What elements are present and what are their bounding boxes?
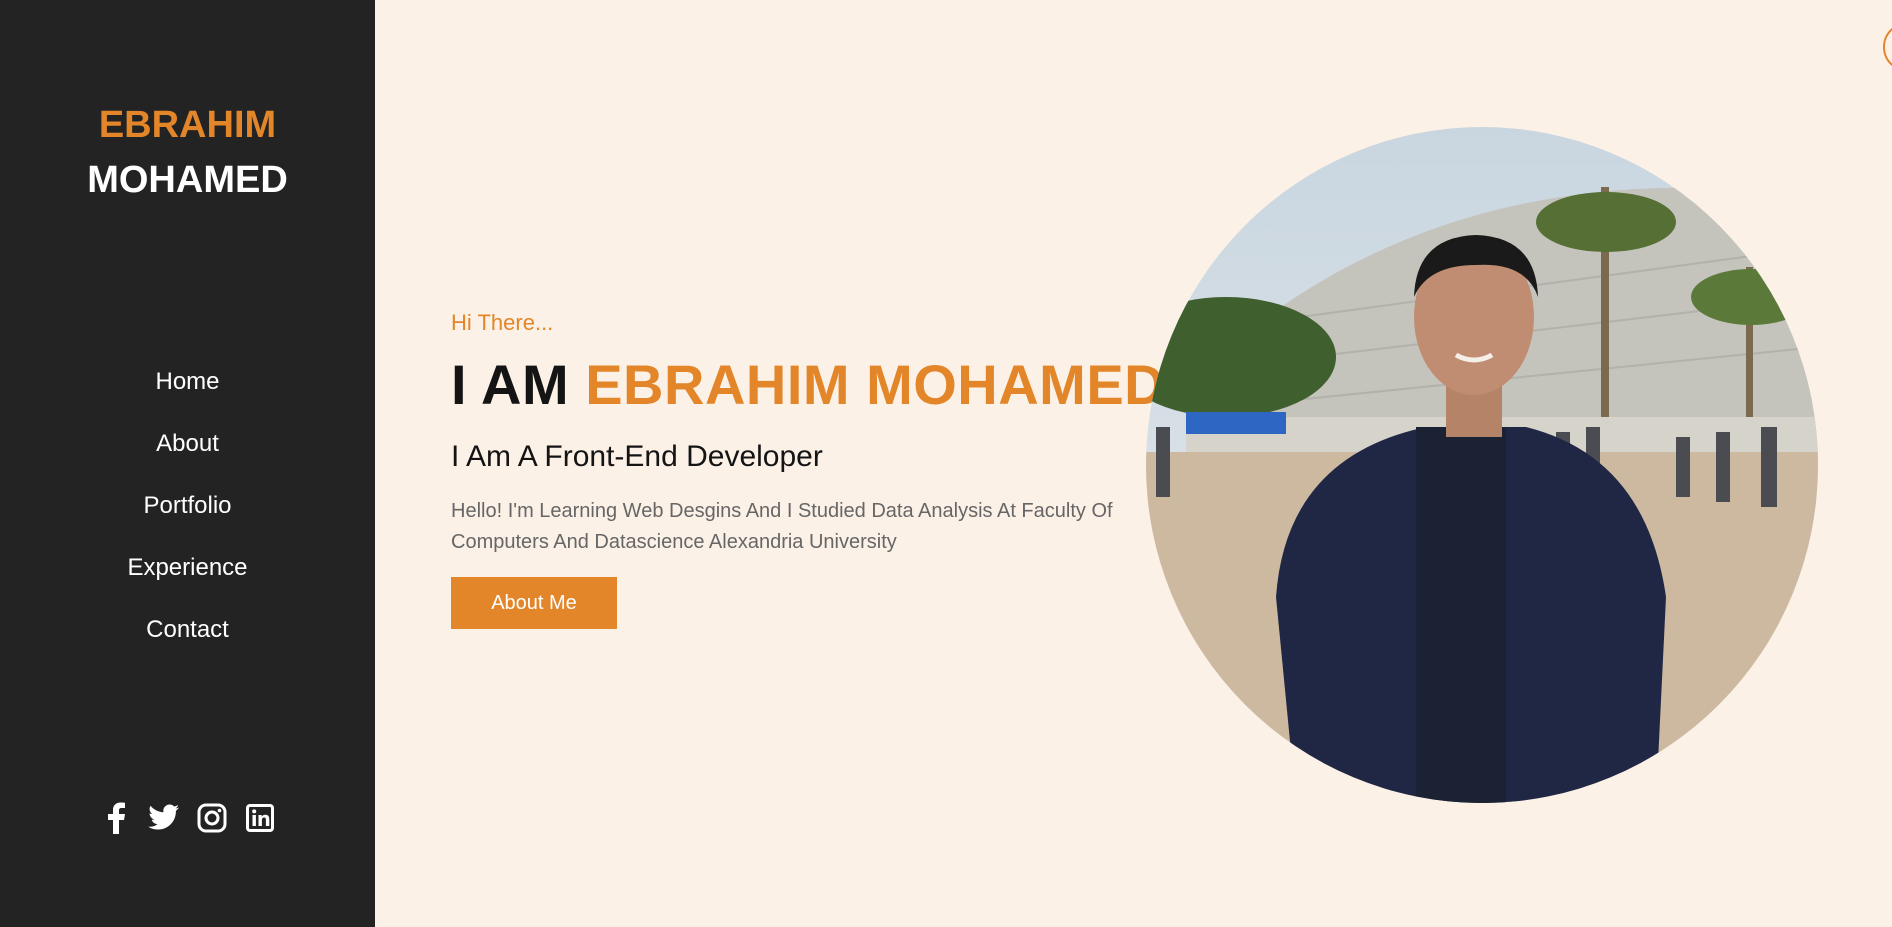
hero-greeting: Hi There... <box>451 310 554 335</box>
nav-item-about[interactable]: About <box>0 426 375 488</box>
nav-item-contact[interactable]: Contact <box>0 612 375 674</box>
main-nav: Home About Portfolio Experience Contact <box>0 364 375 674</box>
linkedin-icon[interactable] <box>244 802 276 834</box>
hero-bio: Hello! I'm Learning Web Desgins And I St… <box>451 500 1113 553</box>
headline-name: EBRAHIM MOHAMED <box>585 353 1166 416</box>
brand-last-name[interactable]: MOHAMED <box>0 158 375 202</box>
hero-role: I Am A Front-End Developer <box>451 440 823 473</box>
brand-first-name[interactable]: EBRAHIM <box>0 103 375 147</box>
nav-item-experience[interactable]: Experience <box>0 550 375 612</box>
twitter-icon[interactable] <box>147 802 180 834</box>
sidebar: EBRAHIM MOHAMED Home About Portfolio Exp… <box>0 0 375 927</box>
nav-item-portfolio[interactable]: Portfolio <box>0 488 375 550</box>
headline-prefix: I AM <box>451 353 570 416</box>
hero-section: Hi There... I AM EBRAHIM MOHAMED I Am A … <box>375 0 1892 927</box>
theme-toggle[interactable] <box>1883 22 1892 72</box>
hero-headline: I AM EBRAHIM MOHAMED <box>451 352 1165 417</box>
profile-photo <box>1146 127 1818 803</box>
social-links <box>0 802 375 834</box>
instagram-icon[interactable] <box>196 802 228 834</box>
facebook-icon[interactable] <box>100 802 132 834</box>
about-me-button[interactable]: About Me <box>451 577 617 629</box>
nav-item-home[interactable]: Home <box>0 364 375 426</box>
